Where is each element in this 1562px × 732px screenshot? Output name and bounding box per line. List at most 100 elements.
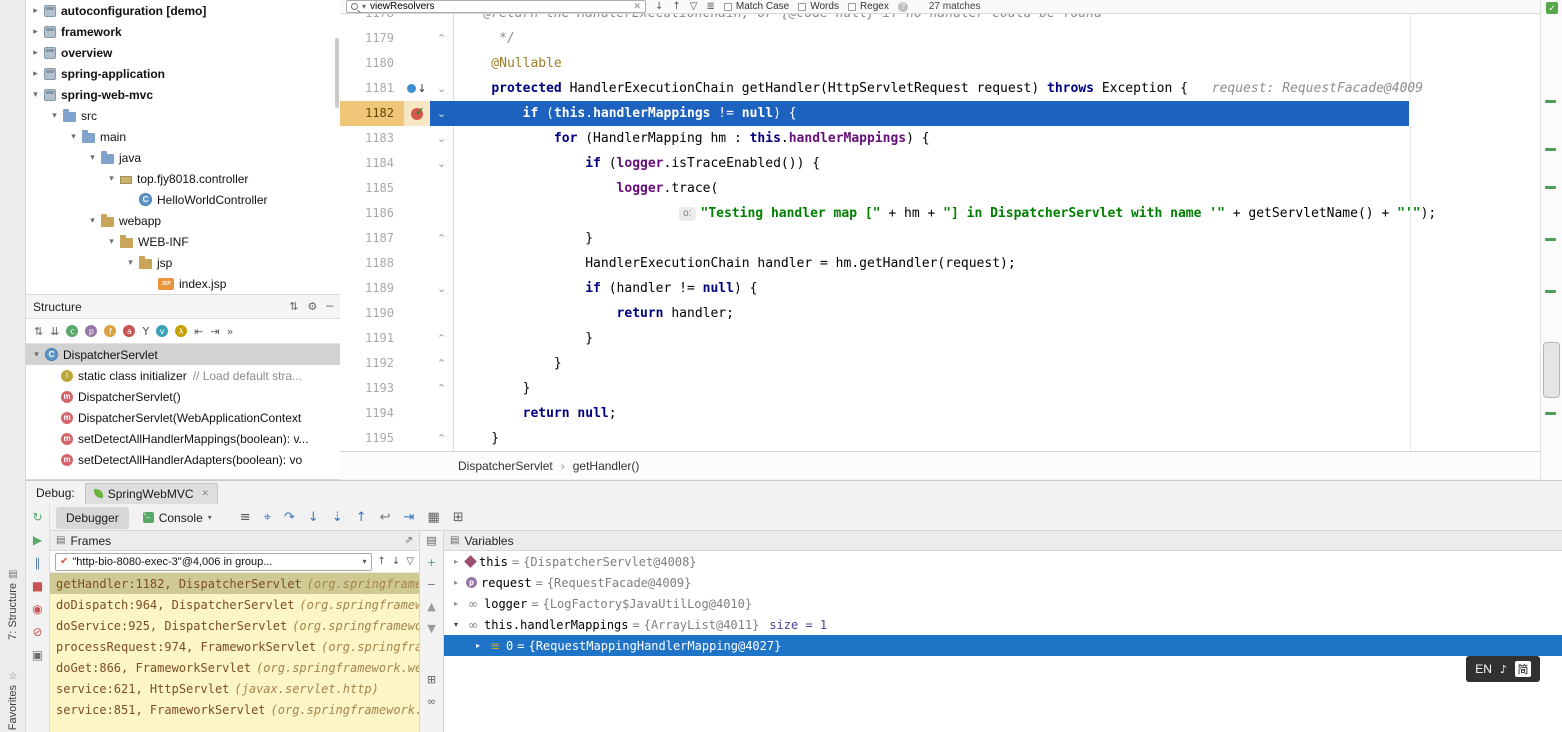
fold-marker-icon[interactable]: ⌄	[430, 276, 454, 301]
run-to-cursor-icon[interactable]: ⇥	[404, 510, 415, 525]
close-tab-icon[interactable]: ✕	[202, 488, 210, 499]
tree-item-spring-application[interactable]: ▸spring-application	[26, 63, 340, 84]
chevron-down-icon[interactable]: ▾	[450, 620, 462, 629]
resume-icon[interactable]: ▶	[33, 533, 42, 547]
tree-item-autoconfiguration-demo[interactable]: ▸autoconfiguration [demo]	[26, 0, 340, 21]
show-non-public-icon[interactable]: a	[123, 325, 135, 337]
tree-item-overview[interactable]: ▸overview	[26, 42, 340, 63]
layout-icon[interactable]: ▤	[426, 534, 436, 547]
structure-item-dispatcherservlet[interactable]: ▾CDispatcherServlet	[26, 344, 340, 365]
pause-icon[interactable]: ∥	[35, 556, 41, 570]
fold-marker-icon[interactable]: ⌄	[430, 151, 454, 176]
frame-previous-icon[interactable]: ↑	[378, 556, 386, 567]
show-fields-icon[interactable]: f	[104, 325, 116, 337]
code-line-1184[interactable]: 1184⌄ if (logger.isTraceEnabled()) {	[340, 151, 1540, 176]
next-occurrence-icon[interactable]: ↓	[655, 1, 663, 12]
chevron-right-icon[interactable]: ▸	[29, 69, 42, 79]
structure-item-dispatcherservlet[interactable]: mDispatcherServlet()	[26, 386, 340, 407]
regex-checkbox[interactable]: Regex	[848, 1, 889, 12]
tab-debugger[interactable]: Debugger	[56, 507, 129, 529]
toolwindow-tab-favorites[interactable]: ☆ Favorites	[0, 671, 26, 730]
code-line-1195[interactable]: 1195⌃ }	[340, 426, 1540, 451]
code-line-1179[interactable]: 1179⌃ */	[340, 26, 1540, 51]
show-anonymous-icon[interactable]: v	[156, 325, 168, 337]
fold-marker-icon[interactable]: ⌃	[430, 376, 454, 401]
frame-next-icon[interactable]: ↓	[392, 556, 400, 567]
chevron-right-icon[interactable]: ▸	[29, 27, 42, 37]
view-breakpoints-icon[interactable]: ◉	[32, 602, 42, 616]
code-line-1189[interactable]: 1189⌄ if (handler != null) {	[340, 276, 1540, 301]
evaluate-expression-icon[interactable]: ▦	[427, 510, 439, 525]
rerun-icon[interactable]: ↻	[32, 510, 42, 524]
variable-row-this-handlermappings[interactable]: ▾∞this.handlerMappings={ArrayList@4011}s…	[444, 614, 1562, 635]
scrollbar-thumb[interactable]	[1543, 342, 1560, 398]
chevron-down-icon[interactable]: ▾	[29, 90, 42, 100]
filter-search-icon[interactable]: ▽	[690, 1, 698, 12]
thread-selector[interactable]: ✔ "http-bio-8080-exec-3"@4,006 in group.…	[55, 553, 372, 571]
regex-help-icon[interactable]: ?	[898, 2, 908, 12]
chevron-down-icon[interactable]: ▾	[86, 153, 99, 163]
tree-item-framework[interactable]: ▸framework	[26, 21, 340, 42]
pin-icon[interactable]: ⇗	[405, 535, 413, 546]
show-classes-icon[interactable]: c	[66, 325, 78, 337]
chevron-down-icon[interactable]: ▾	[105, 237, 118, 247]
more-options-icon[interactable]: »	[227, 325, 234, 338]
collapse-all-icon[interactable]: ⇥	[210, 325, 219, 338]
words-checkbox[interactable]: Words	[798, 1, 839, 12]
scroll-down-icon[interactable]: ▼	[427, 622, 435, 635]
fold-marker-icon[interactable]: ⌄	[430, 126, 454, 151]
clear-search-icon[interactable]: ✕	[633, 1, 641, 12]
tree-item-top-fjy8018-controller[interactable]: ▾top.fjy8018.controller	[26, 168, 340, 189]
evaluate-icon[interactable]: ∞	[427, 695, 436, 708]
code-line-1183[interactable]: 1183⌄ for (HandlerMapping hm : this.hand…	[340, 126, 1540, 151]
chevron-right-icon[interactable]: ▸	[29, 48, 42, 58]
tree-item-main[interactable]: ▾main	[26, 126, 340, 147]
drop-frame-icon[interactable]: ↩	[380, 510, 391, 525]
fold-marker-icon[interactable]: ⌄	[430, 76, 454, 101]
step-into-icon[interactable]: ↓	[308, 510, 319, 525]
inspections-status-icon[interactable]: ✓	[1546, 2, 1558, 14]
search-history-icon[interactable]: ▾	[362, 2, 366, 11]
tree-item-spring-web-mvc[interactable]: ▾spring-web-mvc	[26, 84, 340, 105]
toolwindow-tab-structure[interactable]: ▤ 7: Structure	[0, 569, 26, 640]
sort-by-visibility-icon[interactable]: ⇊	[50, 325, 59, 338]
breakpoint-icon[interactable]	[411, 108, 423, 120]
tree-item-web-inf[interactable]: ▾WEB-INF	[26, 231, 340, 252]
tree-item-src[interactable]: ▾src	[26, 105, 340, 126]
variable-row-this[interactable]: ▸this={DispatcherServlet@4008}	[444, 551, 1562, 572]
layout-settings-icon[interactable]: ⊞	[453, 510, 464, 525]
fold-marker-icon[interactable]: ⌄	[430, 101, 454, 126]
fold-marker-icon[interactable]: ⌃	[430, 226, 454, 251]
previous-occurrence-icon[interactable]: ↑	[672, 1, 680, 12]
step-over-icon[interactable]: ↷	[284, 510, 295, 525]
mute-breakpoints-icon[interactable]: ⊘	[32, 625, 42, 639]
tree-item-helloworldcontroller[interactable]: CHelloWorldController	[26, 189, 340, 210]
show-inherited-icon[interactable]: Y	[142, 325, 149, 338]
stack-frame-dodispatch-964[interactable]: doDispatch:964, DispatcherServlet(org.sp…	[50, 594, 419, 615]
code-line-1191[interactable]: 1191⌃ }	[340, 326, 1540, 351]
code-line-1187[interactable]: 1187⌃ }	[340, 226, 1540, 251]
chevron-right-icon[interactable]: ▸	[29, 6, 42, 16]
code-line-1185[interactable]: 1185 logger.trace(	[340, 176, 1540, 201]
search-options-icon[interactable]: ≣	[706, 1, 714, 12]
code-line-1182[interactable]: 1182⌄ if (this.handlerMappings != null) …	[340, 101, 1540, 126]
project-scrollbar-thumb[interactable]	[335, 38, 339, 108]
menu-icon[interactable]: ≡	[240, 510, 251, 525]
code-line-1188[interactable]: 1188 HandlerExecutionChain handler = hm.…	[340, 251, 1540, 276]
breadcrumb-class[interactable]: DispatcherServlet	[458, 459, 553, 473]
code-line-1192[interactable]: 1192⌃ }	[340, 351, 1540, 376]
variable-row-request[interactable]: ▸prequest={RequestFacade@4009}	[444, 572, 1562, 593]
editor-error-stripe[interactable]: ✓	[1540, 0, 1562, 480]
chevron-down-icon[interactable]: ▾	[67, 132, 80, 142]
stack-frame-doget-866[interactable]: doGet:866, FrameworkServlet(org.springfr…	[50, 657, 419, 678]
search-input[interactable]: ▾ viewResolvers ✕	[346, 0, 646, 13]
stack-frame-service-851[interactable]: service:851, FrameworkServlet(org.spring…	[50, 699, 419, 720]
chevron-right-icon[interactable]: ▸	[450, 557, 462, 566]
filter-structure-icon[interactable]: ⇅	[289, 300, 298, 313]
tree-item-index-jsp[interactable]: JSPindex.jsp	[26, 273, 340, 294]
debug-session-tab[interactable]: SpringWebMVC ✕	[85, 483, 218, 504]
settings-gear-icon[interactable]: ⚙	[308, 300, 318, 313]
thread-dump-icon[interactable]: ▣	[32, 648, 43, 662]
show-properties-icon[interactable]: p	[85, 325, 97, 337]
structure-item-static-class-initializer[interactable]: istatic class initializer// Load default…	[26, 365, 340, 386]
